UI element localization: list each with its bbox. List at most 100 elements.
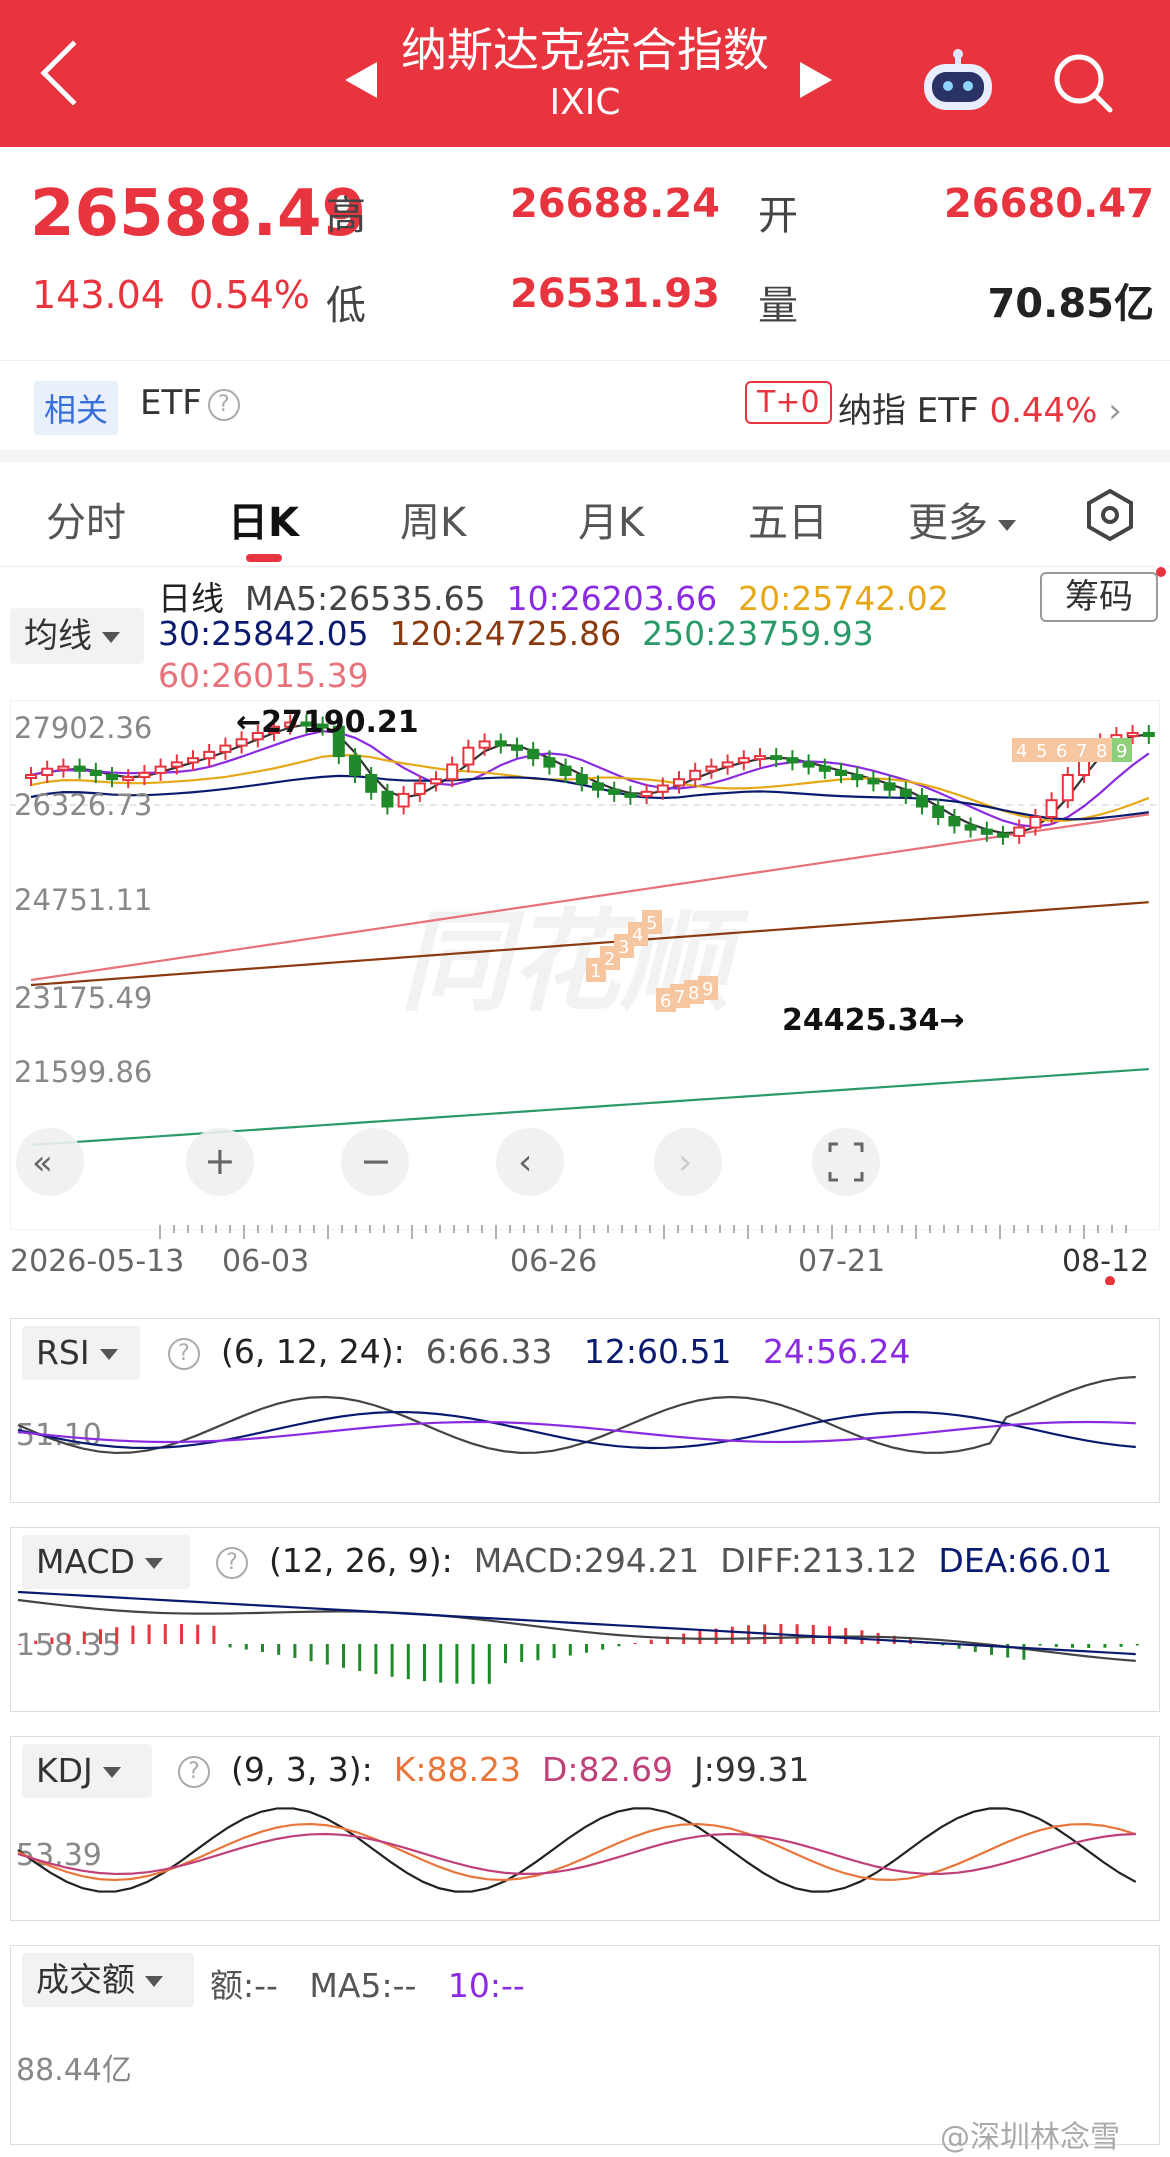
tab-more-label: 更多 (908, 500, 988, 546)
macd-bar (358, 1644, 362, 1672)
candle-body (575, 774, 588, 785)
etf-link[interactable]: ETF? (140, 383, 240, 423)
fullscreen-button[interactable] (812, 1128, 880, 1196)
next-index-icon[interactable] (800, 62, 832, 98)
macd-bar (99, 1629, 102, 1644)
macd-bar (1135, 1644, 1139, 1646)
change-value: 143.04 (32, 273, 165, 317)
candle-body (170, 761, 183, 768)
macd-bar (811, 1624, 815, 1644)
candle-body (462, 746, 475, 766)
ma60-value: 60:26015.39 (158, 656, 369, 695)
turnover-amount: 额:-- (210, 1966, 278, 2005)
candle-body (1126, 732, 1139, 737)
macd-bar (876, 1632, 880, 1644)
volume-label: 量 (758, 283, 798, 329)
robot-assistant-icon[interactable] (918, 48, 998, 114)
candle-body (41, 767, 54, 776)
candle-body (478, 740, 491, 749)
tab-five-day[interactable]: 五日 (748, 490, 828, 548)
tab-more[interactable]: 更多 (908, 490, 1016, 548)
candle-body (1013, 826, 1026, 837)
dropdown-icon (144, 1558, 163, 1569)
etf-label: ETF (140, 383, 202, 423)
td-down-label: 2 (604, 949, 615, 970)
rsi-selector-label: RSI (36, 1333, 90, 1372)
macd-bar (196, 1624, 200, 1644)
macd-bar (244, 1644, 248, 1650)
back-arrow-icon[interactable] (40, 40, 106, 106)
x-tick-06-26: 06-26 (510, 1244, 597, 1279)
y-tick-label: 26326.73 (14, 788, 152, 822)
x-axis: 2026-05-13 06-03 06-26 07-21 08-12 (10, 1225, 1149, 1285)
macd-bar (293, 1644, 297, 1658)
candle-body (656, 784, 669, 793)
candle-body (916, 795, 928, 808)
candle-body (964, 824, 977, 831)
candle-body (57, 765, 70, 771)
tab-daily-k[interactable]: 日K (228, 490, 299, 548)
candle-body (511, 744, 523, 751)
etf-bar: 相关 ETF? T+0 纳指 ETF 0.44% › (0, 360, 1170, 450)
page-subtitle: IXIC (549, 82, 621, 123)
nasdaq-etf-link[interactable]: 纳指 ETF 0.44% › (838, 383, 1122, 432)
tab-weekly-k[interactable]: 周K (400, 490, 466, 548)
macd-bar (309, 1644, 313, 1662)
candle-body (867, 778, 880, 785)
ma250-value: 250:23759.93 (642, 614, 874, 653)
author-watermark: @深圳林念雪 (940, 2120, 1120, 2155)
candle-body (1029, 816, 1042, 829)
candle-body (154, 765, 167, 774)
candle-body (997, 832, 1009, 838)
last-price: 26588.49 (30, 177, 367, 251)
candlestick-chart[interactable]: 同花顺 123456 7 8 94 5 6 7 8 9 27902.3626326.732475… (10, 700, 1160, 1230)
help-icon[interactable]: ? (216, 1546, 248, 1579)
high-annotation: ←27190.21 (236, 705, 419, 740)
td-down-label: 6 (660, 991, 671, 1012)
settings-hexagon-icon[interactable] (1083, 488, 1137, 542)
nasdaq-etf-label: 纳指 ETF (838, 391, 979, 431)
macd-bar (423, 1644, 426, 1682)
candle-body (689, 769, 702, 781)
candle-body (527, 748, 540, 760)
rsi12-value: 12:60.51 (583, 1332, 732, 1371)
turnover-selector-label: 成交额 (36, 1960, 135, 1999)
high-label: 高 (326, 193, 366, 239)
dropdown-icon (99, 1349, 118, 1360)
td-up-label: 5 (1036, 741, 1047, 762)
macd-legend: ? (12, 26, 9): MACD:294.21 DIFF:213.12 D… (210, 1541, 1112, 1580)
j-value: J:99.31 (694, 1750, 810, 1789)
candle-body (494, 740, 507, 747)
candle-body (835, 769, 847, 777)
macd-bar (1087, 1644, 1091, 1648)
td-down-label: 3 (618, 937, 629, 958)
macd-bar (34, 1640, 38, 1644)
indicator-line (17, 1832, 1136, 1876)
kdj-params: (9, 3, 3): (230, 1750, 373, 1789)
help-icon[interactable]: ? (178, 1755, 210, 1788)
chips-button[interactable]: 筹码 (1040, 572, 1158, 622)
tab-monthly-k[interactable]: 月K (578, 490, 644, 548)
ma20-value: 20:25742.02 (738, 579, 949, 618)
kdj-legend: ? (9, 3, 3): K:88.23 D:82.69 J:99.31 (172, 1750, 809, 1789)
tab-intraday[interactable]: 分时 (46, 490, 126, 548)
candle-body (106, 774, 118, 781)
title-block: 纳斯达克综合指数 IXIC (330, 20, 840, 126)
ma-legend-row2: 30:25842.05 120:24725.86 250:23759.93 (158, 614, 874, 653)
chevron-right-icon: › (1108, 391, 1122, 431)
candle-body (138, 771, 151, 779)
td-up-label: 7 (1076, 741, 1087, 762)
help-icon[interactable]: ? (207, 388, 240, 421)
macd-bar (66, 1634, 70, 1644)
indicator-line (17, 1590, 1136, 1656)
help-icon[interactable]: ? (168, 1337, 200, 1370)
macd-bar (163, 1624, 167, 1644)
k-value: K:88.23 (393, 1750, 522, 1789)
macd-bar (649, 1639, 653, 1644)
candle-body (73, 765, 86, 772)
turnover-selector[interactable]: 成交额 (22, 1953, 194, 2007)
ma-selector[interactable]: 均线 (10, 608, 144, 664)
search-icon[interactable] (1052, 52, 1114, 114)
candle-body (446, 763, 459, 781)
candle-body (25, 774, 37, 779)
